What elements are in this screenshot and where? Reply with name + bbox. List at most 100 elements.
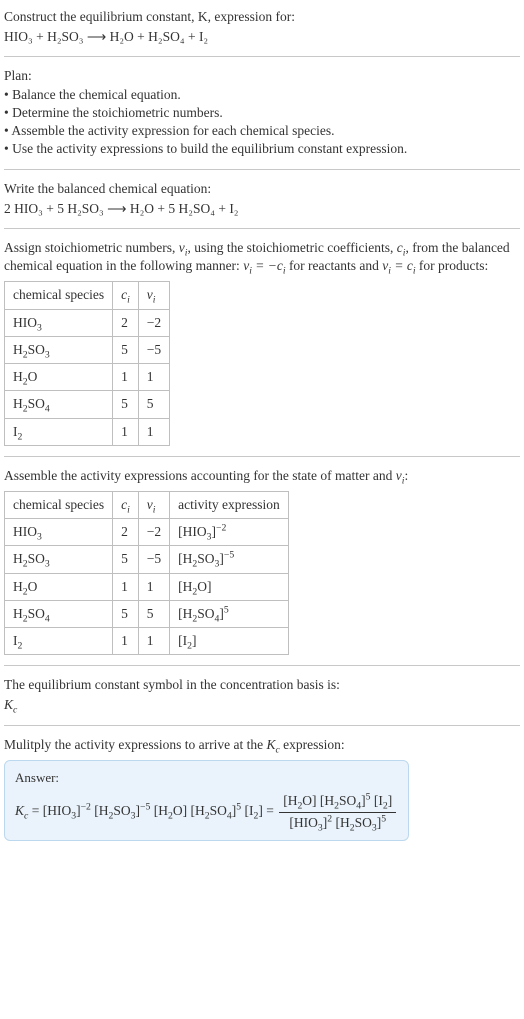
- kc-left-product: [HIO3]−2 [H2SO3]−5 [H2O] [H2SO4]5 [I2]: [43, 803, 263, 818]
- balanced-equation: 2 HIO₃ + 5 H₂SO₃ ⟶ H₂O + 5 H₂SO₄ + I₂: [4, 200, 520, 218]
- cell-ci: 1: [113, 573, 139, 600]
- cell-ci: 1: [113, 418, 139, 445]
- divider: [4, 456, 520, 457]
- divider: [4, 56, 520, 57]
- cell-ci: 2: [113, 519, 139, 546]
- table-header-row: chemical species ci νi: [5, 282, 170, 309]
- text: , using the stoichiometric coefficients,: [187, 240, 396, 255]
- cell-nu: −2: [138, 519, 169, 546]
- table-row: H2O11: [5, 364, 170, 391]
- multiply-section: Mulitply the activity expressions to arr…: [4, 736, 520, 841]
- col-activity: activity expression: [170, 491, 289, 518]
- cell-activity: [H2SO4]5: [170, 600, 289, 627]
- col-nu: νi: [138, 282, 169, 309]
- table-row: HIO32−2[HIO3]−2: [5, 519, 289, 546]
- cell-species: H2O: [5, 573, 113, 600]
- cell-ci: 2: [113, 309, 139, 336]
- kc-symbol: Kc: [266, 737, 279, 752]
- kconst-section: The equilibrium constant symbol in the c…: [4, 676, 520, 714]
- kc-equation: Kc = [HIO3]−2 [H2SO3]−5 [H2O] [H2SO4]5 […: [15, 792, 398, 831]
- multiply-heading: Mulitply the activity expressions to arr…: [4, 736, 520, 754]
- col-ci: ci: [113, 282, 139, 309]
- cell-ci: 1: [113, 628, 139, 655]
- divider: [4, 725, 520, 726]
- divider: [4, 665, 520, 666]
- cell-activity: [HIO3]−2: [170, 519, 289, 546]
- plan-heading: Plan:: [4, 67, 520, 85]
- divider: [4, 228, 520, 229]
- cell-ci: 5: [113, 391, 139, 418]
- intro-prompt: Construct the equilibrium constant, K, e…: [4, 8, 520, 26]
- activity-heading: Assemble the activity expressions accoun…: [4, 467, 520, 485]
- plan-item: • Determine the stoichiometric numbers.: [4, 104, 520, 122]
- equals: =: [32, 803, 43, 818]
- cell-species: H2SO4: [5, 600, 113, 627]
- col-nu: νi: [138, 491, 169, 518]
- unbalanced-equation: HIO₃ + H₂SO₃ ⟶ H₂O + H₂SO₄ + I₂: [4, 28, 520, 46]
- cell-species: H2O: [5, 364, 113, 391]
- cell-ci: 5: [113, 336, 139, 363]
- stoich-table: chemical species ci νi HIO32−2H2SO35−5H2…: [4, 281, 170, 445]
- text: expression:: [280, 737, 345, 752]
- cell-activity: [I2]: [170, 628, 289, 655]
- kconst-heading: The equilibrium constant symbol in the c…: [4, 676, 520, 694]
- cell-activity: [H2O]: [170, 573, 289, 600]
- text: :: [404, 468, 408, 483]
- cell-species: I2: [5, 418, 113, 445]
- cell-species: I2: [5, 628, 113, 655]
- balanced-heading: Write the balanced chemical equation:: [4, 180, 520, 198]
- cell-nu: −5: [138, 546, 169, 573]
- plan-item: • Use the activity expressions to build …: [4, 140, 520, 158]
- cell-nu: −2: [138, 309, 169, 336]
- col-species: chemical species: [5, 282, 113, 309]
- col-ci: ci: [113, 491, 139, 518]
- kc-denominator: [HIO3]2 [H2SO3]5: [279, 813, 396, 832]
- cell-ci: 1: [113, 364, 139, 391]
- balanced-section: Write the balanced chemical equation: 2 …: [4, 180, 520, 218]
- cell-species: H2SO3: [5, 546, 113, 573]
- text: Assign stoichiometric numbers,: [4, 240, 179, 255]
- text: for products:: [416, 258, 489, 273]
- cell-ci: 5: [113, 600, 139, 627]
- answer-label: Answer:: [15, 769, 398, 787]
- intro-prompt-text: Construct the equilibrium constant, K, e…: [4, 9, 295, 24]
- cell-species: HIO3: [5, 309, 113, 336]
- activity-section: Assemble the activity expressions accoun…: [4, 467, 520, 656]
- cell-species: H2SO3: [5, 336, 113, 363]
- kconst-symbol: Kc: [4, 696, 520, 714]
- cell-nu: 5: [138, 391, 169, 418]
- kc-symbol: Kc: [15, 803, 28, 818]
- plan-section: Plan: • Balance the chemical equation.• …: [4, 67, 520, 158]
- text: Assemble the activity expressions accoun…: [4, 468, 396, 483]
- activity-table: chemical species ci νi activity expressi…: [4, 491, 289, 655]
- plan-item: • Balance the chemical equation.: [4, 86, 520, 104]
- plan-item: • Assemble the activity expression for e…: [4, 122, 520, 140]
- stoich-section: Assign stoichiometric numbers, νi , using…: [4, 239, 520, 446]
- table-row: H2O11[H2O]: [5, 573, 289, 600]
- nu-eq-neg-c: νi = −ci: [243, 258, 285, 273]
- cell-nu: 5: [138, 600, 169, 627]
- stoich-heading: Assign stoichiometric numbers, νi, using…: [4, 239, 520, 275]
- table-row: H2SO455[H2SO4]5: [5, 600, 289, 627]
- equals: =: [266, 803, 277, 818]
- cell-nu: 1: [138, 418, 169, 445]
- cell-activity: [H2SO3]−5: [170, 546, 289, 573]
- cell-ci: 5: [113, 546, 139, 573]
- table-row: H2SO455: [5, 391, 170, 418]
- cell-species: HIO3: [5, 519, 113, 546]
- table-row: I211[I2]: [5, 628, 289, 655]
- intro-section: Construct the equilibrium constant, K, e…: [4, 8, 520, 46]
- divider: [4, 169, 520, 170]
- table-row: HIO32−2: [5, 309, 170, 336]
- table-row: I211: [5, 418, 170, 445]
- answer-box: Answer: Kc = [HIO3]−2 [H2SO3]−5 [H2O] [H…: [4, 760, 409, 841]
- table-row: H2SO35−5[H2SO3]−5: [5, 546, 289, 573]
- kc-fraction: [H2O] [H2SO4]5 [I2] [HIO3]2 [H2SO3]5: [279, 792, 396, 831]
- table-row: H2SO35−5: [5, 336, 170, 363]
- cell-nu: −5: [138, 336, 169, 363]
- cell-species: H2SO4: [5, 391, 113, 418]
- cell-nu: 1: [138, 573, 169, 600]
- col-species: chemical species: [5, 491, 113, 518]
- nu-eq-c: νi = ci: [382, 258, 415, 273]
- table-header-row: chemical species ci νi activity expressi…: [5, 491, 289, 518]
